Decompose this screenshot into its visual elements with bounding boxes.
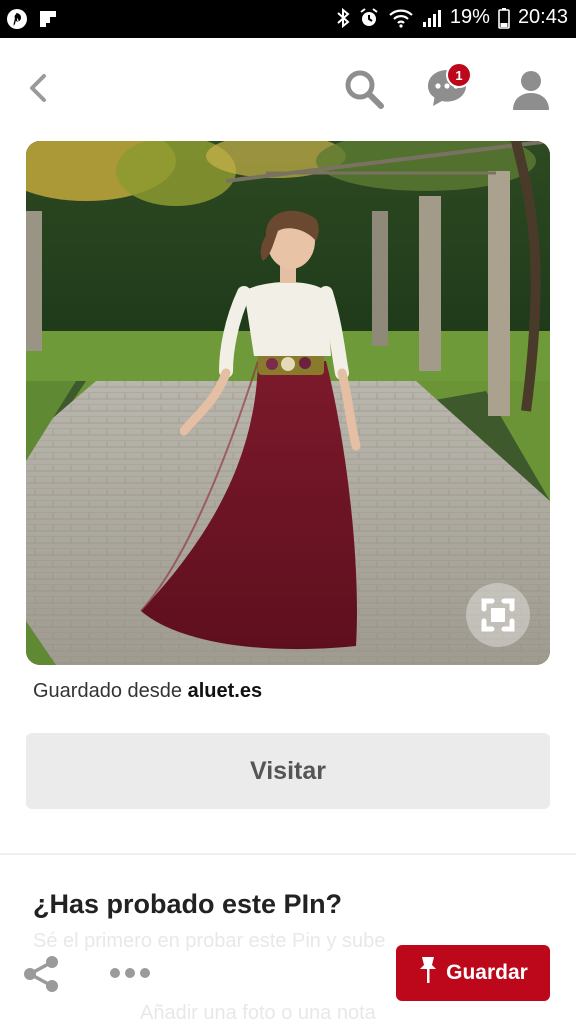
clock: 20:43 (517, 6, 568, 28)
faded-text-line-2: Añadir una foto o una nota (140, 1002, 376, 1024)
more-icon[interactable] (108, 962, 152, 984)
pin-icon (418, 955, 438, 991)
bluetooth-icon (336, 7, 350, 29)
user-icon[interactable] (510, 68, 552, 112)
source-domain-link[interactable]: aluet.es (188, 680, 262, 702)
save-button[interactable]: Guardar (396, 945, 550, 1001)
battery-percent: 19% (449, 6, 490, 28)
notification-badge: 1 (446, 62, 472, 88)
pinterest-icon (6, 8, 28, 35)
search-icon[interactable] (343, 68, 385, 110)
signal-icon (422, 8, 442, 28)
top-navigation-bar: 1 (0, 38, 576, 138)
pin-image[interactable] (26, 141, 550, 665)
pin-source: Guardado desde aluet.es (33, 680, 262, 703)
share-icon[interactable] (22, 954, 62, 994)
battery-icon (498, 7, 510, 29)
flipboard-icon (38, 9, 58, 34)
visit-button[interactable]: Visitar (26, 733, 550, 809)
back-arrow-icon[interactable] (20, 68, 60, 108)
status-bar: 19% 20:43 (0, 0, 576, 38)
section-title: ¿Has probado este PIn? (33, 889, 343, 919)
wifi-icon (388, 8, 414, 28)
visual-search-icon[interactable] (466, 583, 530, 647)
alarm-icon (358, 7, 380, 29)
faded-text-line: Sé el primero en probar este Pin y sube (33, 930, 386, 952)
save-button-label: Guardar (446, 961, 528, 984)
source-prefix: Guardado desde (33, 680, 183, 702)
section-divider (0, 853, 576, 855)
